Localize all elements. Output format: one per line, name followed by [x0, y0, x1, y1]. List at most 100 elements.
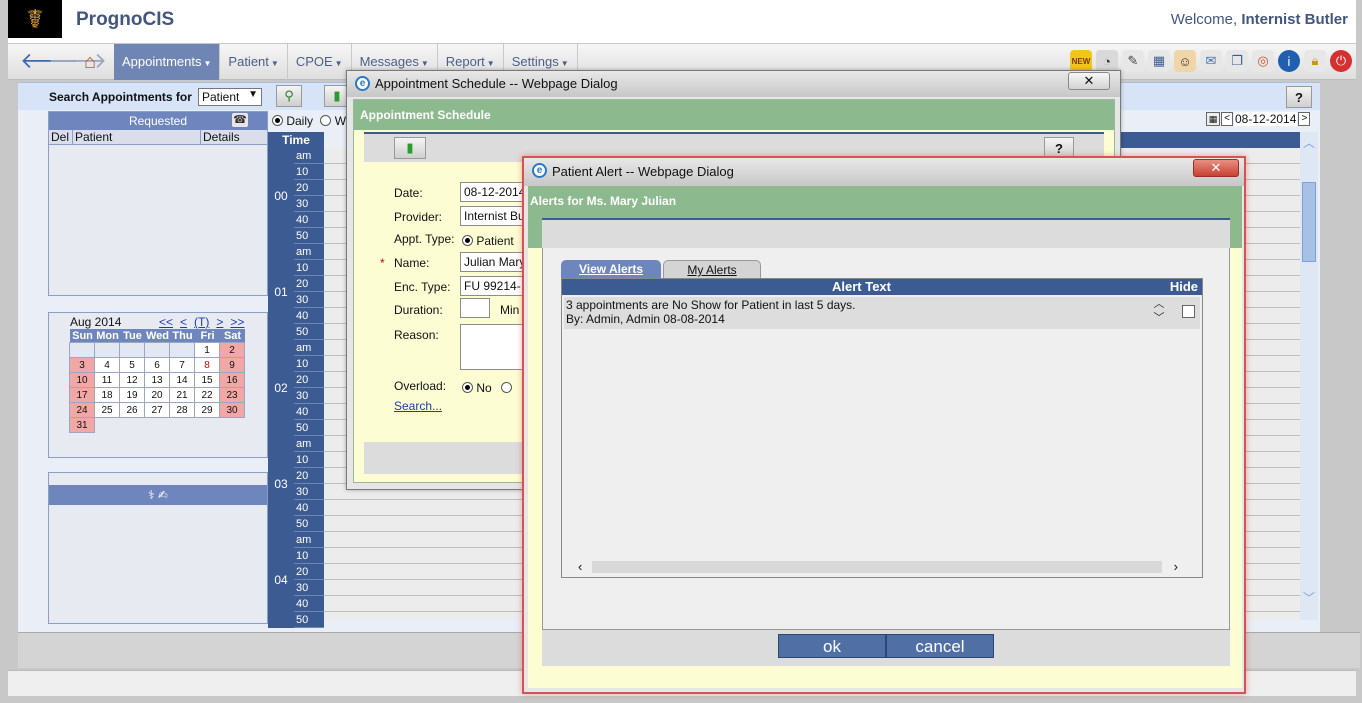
calendar-day[interactable]: 30 [219, 402, 245, 418]
calendar-day[interactable]: 15 [194, 372, 220, 388]
calendar-day[interactable]: 13 [144, 372, 170, 388]
documents-icon[interactable]: ❐ [1226, 50, 1248, 72]
provider-field[interactable]: Internist Bu [460, 206, 530, 226]
weekly-radio[interactable] [320, 115, 332, 126]
calendar-day[interactable]: 12 [119, 372, 145, 388]
calendar-day[interactable]: 7 [169, 357, 195, 373]
caret-down-icon: ▼ [420, 59, 429, 68]
next-date-button[interactable]: > [1298, 112, 1311, 126]
hour-label: 03 [268, 436, 294, 532]
calendar-day[interactable]: 21 [169, 387, 195, 403]
overload-no-radio[interactable] [462, 382, 473, 393]
calendar-day[interactable]: 22 [194, 387, 220, 403]
appt-type-patient-radio[interactable] [462, 235, 473, 246]
hide-alert-checkbox[interactable] [1182, 305, 1195, 318]
dialog1-close-button[interactable]: ✕ [1068, 72, 1110, 90]
calendar-nav-link[interactable]: << [159, 315, 173, 329]
search-type-select[interactable]: Patient ▼ [198, 88, 262, 106]
calendar-day[interactable]: 28 [169, 402, 195, 418]
forward-arrow-icon[interactable]: 🡒 [48, 50, 107, 72]
nurse-icon[interactable]: ✍ [158, 488, 168, 502]
power-logout-icon[interactable]: ⏻ [1330, 50, 1352, 72]
calendar-clock-icon[interactable]: ▦ [1148, 50, 1170, 72]
search-link[interactable]: Search... [394, 399, 442, 413]
calendar-nav-link[interactable]: > [216, 315, 223, 329]
inbox-icon[interactable]: ✉ [1200, 50, 1222, 72]
caduceus-logo: ☤ [8, 0, 62, 38]
minute-label: 10 [294, 164, 324, 180]
name-field[interactable]: Julian Mary [460, 252, 530, 272]
hscroll-track[interactable] [592, 561, 1162, 573]
calendar-day[interactable]: 4 [94, 357, 120, 373]
calendar-day[interactable]: 19 [119, 387, 145, 403]
alert-hscrollbar[interactable]: ‹ › [564, 559, 1200, 575]
phone-icon[interactable]: ☎ [232, 113, 248, 127]
lock-icon[interactable]: 🔒︎ [1304, 50, 1326, 72]
enc-type-select[interactable]: FU 99214- [460, 276, 530, 296]
calendar-day[interactable]: 27 [144, 402, 170, 418]
calendar-day[interactable]: 9 [219, 357, 245, 373]
chevron-right-icon[interactable]: › [1174, 559, 1178, 574]
calendar-day[interactable]: 10 [69, 372, 95, 388]
edit-note-icon[interactable]: ✎ [1122, 50, 1144, 72]
menu-appointments[interactable]: Appointments ▼ [114, 44, 221, 80]
calendar-day[interactable]: 25 [94, 402, 120, 418]
new-badge-icon[interactable]: NEW [1070, 50, 1092, 72]
duration-field[interactable] [460, 298, 490, 318]
prev-date-button[interactable]: < [1221, 112, 1233, 126]
daily-radio[interactable] [272, 115, 283, 126]
providers-header: ⚕ ✍ [49, 485, 267, 505]
chevron-down-icon[interactable]: ﹀ [1300, 589, 1318, 606]
calendar-nav-link[interactable]: >> [230, 315, 244, 329]
reason-textarea[interactable] [460, 324, 530, 370]
ie-icon: e [532, 163, 547, 178]
binoculars-search-button[interactable]: ⚲ [276, 85, 302, 107]
calendar-day[interactable]: 24 [69, 402, 95, 418]
chevron-left-icon[interactable]: ‹ [578, 559, 582, 574]
menu-patient[interactable]: Patient ▼ [220, 44, 288, 80]
date-field[interactable]: 08-12-2014 [460, 182, 530, 202]
calendar-day[interactable]: 8 [194, 357, 220, 373]
calendar-day[interactable]: 31 [69, 417, 95, 433]
tab-view-alerts[interactable]: View Alerts [561, 260, 661, 278]
calendar-day[interactable]: 17 [69, 387, 95, 403]
dialog2-close-button[interactable]: ✕ [1193, 159, 1239, 177]
help-button[interactable]: ? [1286, 86, 1312, 108]
lifebuoy-help-icon[interactable]: ◎ [1252, 50, 1274, 72]
info-icon[interactable]: i [1278, 50, 1300, 72]
calendar-day[interactable]: 23 [219, 387, 245, 403]
calendar-nav-link[interactable]: < [180, 315, 187, 329]
calendar-day[interactable]: 16 [219, 372, 245, 388]
cancel-button[interactable]: cancel [886, 634, 994, 658]
calendar-day[interactable]: 1 [194, 342, 220, 358]
alert-panel: View Alerts My Alerts Alert Text Hide 3 … [542, 248, 1230, 630]
calendar-nav-link[interactable]: (T) [194, 315, 209, 329]
dashboard-gauge-icon[interactable]: ◔ [1096, 50, 1118, 72]
ok-button[interactable]: ok [778, 634, 886, 658]
minute-label: 20 [294, 276, 324, 292]
alert-row-scroll[interactable]: ︿ ﹀ [1150, 297, 1168, 329]
minute-label: 20 [294, 468, 324, 484]
tab-my-alerts[interactable]: My Alerts [663, 260, 761, 278]
doctor-icon[interactable]: ⚕ [148, 488, 155, 502]
calendar-day[interactable]: 2 [219, 342, 245, 358]
chevron-up-icon[interactable]: ︿ [1300, 134, 1318, 151]
calendar-day[interactable]: 20 [144, 387, 170, 403]
calendar-day[interactable]: 11 [94, 372, 120, 388]
menu-cpoe[interactable]: CPOE ▼ [288, 44, 352, 80]
calendar-day[interactable]: 14 [169, 372, 195, 388]
scroll-thumb[interactable] [1302, 182, 1316, 262]
calendar-day[interactable]: 3 [69, 357, 95, 373]
overload-yes-radio[interactable] [501, 382, 513, 393]
user-icon[interactable]: ☺ [1174, 50, 1196, 72]
calendar-day[interactable]: 26 [119, 402, 145, 418]
calendar-picker-icon[interactable]: ▦ [1206, 112, 1220, 126]
patient-alert-dialog: e Patient Alert -- Webpage Dialog ✕ Aler… [522, 156, 1246, 694]
home-icon[interactable]: ⌂ [84, 51, 96, 74]
calendar-day[interactable]: 5 [119, 357, 145, 373]
new-document-button[interactable]: ▮ [394, 137, 426, 159]
calendar-day[interactable]: 6 [144, 357, 170, 373]
calendar-day[interactable]: 18 [94, 387, 120, 403]
calendar-day[interactable]: 29 [194, 402, 220, 418]
overload-no-label: No [476, 381, 492, 395]
